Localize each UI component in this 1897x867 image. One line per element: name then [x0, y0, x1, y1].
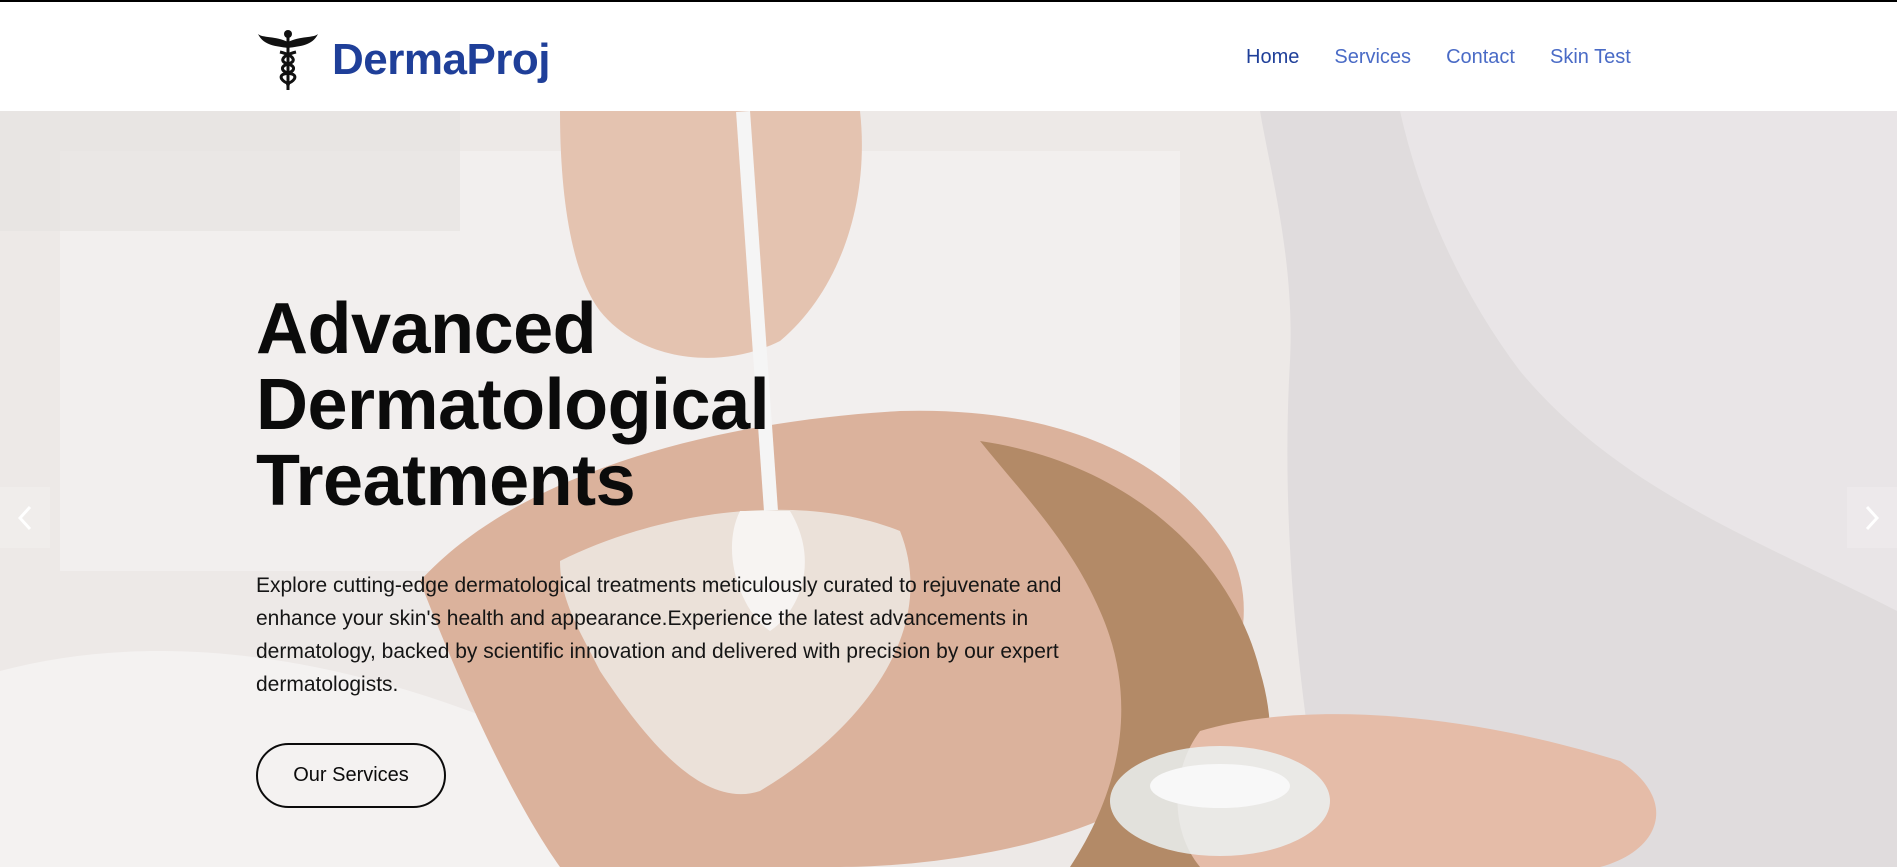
hero-title: Advanced Dermatological Treatments [256, 291, 1156, 519]
nav-contact[interactable]: Contact [1446, 46, 1515, 69]
main-nav: Home Services Contact Skin Test [1246, 46, 1631, 69]
carousel-next-button[interactable] [1847, 487, 1897, 548]
hero-title-line-2: Dermatological [256, 365, 770, 445]
carousel-prev-button[interactable] [0, 487, 50, 548]
chevron-right-icon [1865, 505, 1880, 530]
hero-subtitle: Explore cutting-edge dermatological trea… [256, 574, 1062, 696]
chevron-left-icon [17, 505, 32, 530]
brand-name: DermaProj [332, 35, 551, 84]
our-services-button[interactable]: Our Services [256, 743, 446, 808]
brand[interactable]: DermaProj [256, 28, 551, 92]
site-header: DermaProj Home Services Contact Skin Tes… [0, 2, 1897, 111]
caduceus-icon [258, 30, 318, 90]
nav-services[interactable]: Services [1334, 46, 1411, 69]
hero-title-line-1: Advanced [256, 289, 597, 369]
hero-title-line-3: Treatments [256, 441, 636, 521]
nav-skin-test[interactable]: Skin Test [1550, 46, 1631, 69]
hero-carousel: Advanced Dermatological Treatments Explo… [0, 111, 1897, 867]
nav-home[interactable]: Home [1246, 46, 1299, 69]
hero-content: Advanced Dermatological Treatments Explo… [256, 291, 1156, 701]
